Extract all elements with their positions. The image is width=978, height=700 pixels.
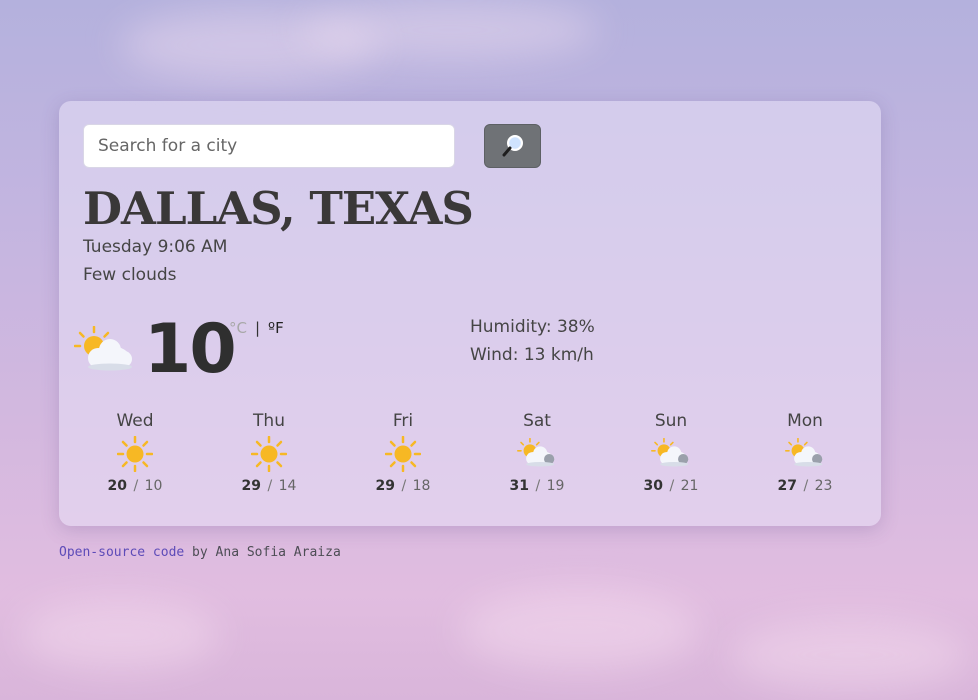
forecast-day-name: Wed (116, 411, 154, 431)
forecast-day-name: Thu (253, 411, 285, 431)
forecast-min-temp: 10 (144, 478, 163, 494)
search-button[interactable] (484, 124, 541, 168)
forecast-day: Mon 27 / 23 (738, 411, 872, 494)
background-cloud (20, 600, 220, 670)
sun-behind-cloud-icon (651, 438, 689, 467)
forecast-day-name: Mon (787, 411, 823, 431)
current-datetime: Tuesday 9:06 AM (83, 237, 228, 257)
sun-icon (117, 436, 153, 472)
forecast-day: Wed 20 / 10 (68, 411, 202, 494)
sun-icon (251, 436, 287, 472)
temp-separator: / (133, 478, 139, 494)
background-cloud (460, 590, 700, 670)
footer: Open-source code by Ana Sofia Araiza (59, 545, 341, 560)
background-cloud (730, 620, 970, 690)
forecast-max-temp: 29 (375, 478, 396, 494)
forecast-day-name: Sun (654, 411, 688, 431)
forecast-day: Thu 29 / 14 (202, 411, 336, 494)
sun-behind-cloud-icon (74, 326, 132, 371)
forecast-min-temp: 18 (412, 478, 431, 494)
unit-separator: | (254, 319, 261, 337)
forecast-min-temp: 14 (278, 478, 297, 494)
sun-icon (385, 436, 421, 472)
author-credit: by Ana Sofia Araiza (184, 545, 341, 560)
forecast-day: Sun 30 / 21 (604, 411, 738, 494)
temp-separator: / (669, 478, 675, 494)
forecast-min-temp: 19 (546, 478, 565, 494)
sun-behind-cloud-icon (785, 438, 823, 467)
magnifier-icon (502, 135, 523, 157)
humidity-text: Humidity: 38% (470, 317, 595, 337)
forecast-day: Sat 31 / 19 (470, 411, 604, 494)
forecast-day-name: Sat (523, 411, 551, 431)
forecast-max-temp: 20 (107, 478, 128, 494)
unit-toggle: °C | ºF (229, 319, 284, 337)
celsius-link[interactable]: °C (229, 319, 247, 337)
forecast-row: Wed 20 / 10 Thu 29 / 14 Fri 29 / 18 Sat … (68, 411, 872, 494)
forecast-max-temp: 27 (777, 478, 798, 494)
forecast-min-temp: 23 (814, 478, 833, 494)
fahrenheit-link[interactable]: ºF (268, 319, 284, 337)
current-temperature: 10 (144, 310, 237, 389)
temp-separator: / (267, 478, 273, 494)
forecast-day-name: Fri (392, 411, 414, 431)
wind-text: Wind: 13 km/h (470, 345, 594, 365)
city-name: DALLAS, TEXAS (83, 182, 474, 235)
forecast-max-temp: 29 (241, 478, 262, 494)
temp-separator: / (535, 478, 541, 494)
temp-separator: / (401, 478, 407, 494)
background-cloud (300, 0, 600, 60)
open-source-link[interactable]: Open-source code (59, 545, 184, 560)
temp-separator: / (803, 478, 809, 494)
forecast-day: Fri 29 / 18 (336, 411, 470, 494)
forecast-max-temp: 30 (643, 478, 664, 494)
sun-behind-cloud-icon (517, 438, 555, 467)
search-input[interactable] (83, 124, 455, 168)
forecast-max-temp: 31 (509, 478, 530, 494)
forecast-min-temp: 21 (680, 478, 699, 494)
weather-description: Few clouds (83, 265, 177, 285)
